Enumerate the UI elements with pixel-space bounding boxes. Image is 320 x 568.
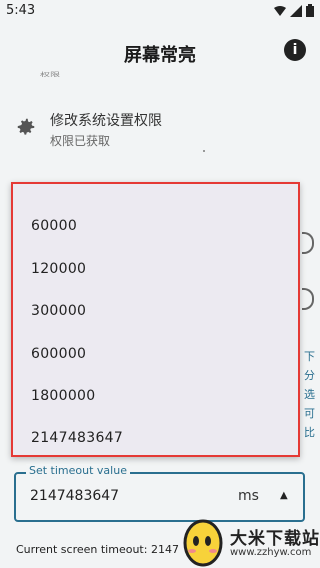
status-time: 5:43 [6,3,36,18]
timeout-field-label: Set timeout value [26,464,130,477]
hint-char: 选 [304,388,315,401]
battery-icon [306,4,314,17]
hint-char: 分 [304,369,315,382]
status-bar [0,0,320,24]
caret-up-icon[interactable]: ▲ [280,490,288,501]
gear-icon [17,118,35,135]
current-timeout-text: Current screen timeout: 2147 [16,543,179,556]
setting-subtitle: 权限已获取 [50,134,111,148]
rice-logo-icon [183,519,223,567]
hint-char: 下 [304,350,315,363]
signal-icon [290,4,302,17]
menu-item[interactable]: 600000 [31,346,86,362]
wifi-icon [274,5,286,16]
setting-title[interactable]: 修改系统设置权限 [50,110,162,130]
radio-button-partial[interactable] [302,232,314,254]
menu-item[interactable]: 1800000 [31,388,95,404]
menu-item[interactable]: 60000 [31,218,77,234]
timeout-unit: ms [238,488,259,504]
menu-item[interactable]: 120000 [31,261,86,277]
page-title: 屏幕常亮 [124,45,196,66]
divider-dot [203,150,205,152]
watermark-url: www.zzhyw.com [230,547,312,558]
hint-char: 比 [304,426,315,439]
hint-char: 可 [304,407,315,420]
timeout-dropdown-menu: 60000 120000 300000 600000 1800000 21474… [11,182,300,457]
cut-off-text: 权限 [40,72,60,79]
watermark-title: 大米下载站 [230,529,320,549]
status-icons [274,4,314,17]
menu-item[interactable]: 2147483647 [31,430,123,446]
radio-button-partial[interactable] [302,288,314,310]
timeout-value: 2147483647 [30,488,120,504]
menu-item[interactable]: 300000 [31,303,86,319]
info-icon[interactable]: i [284,39,306,61]
